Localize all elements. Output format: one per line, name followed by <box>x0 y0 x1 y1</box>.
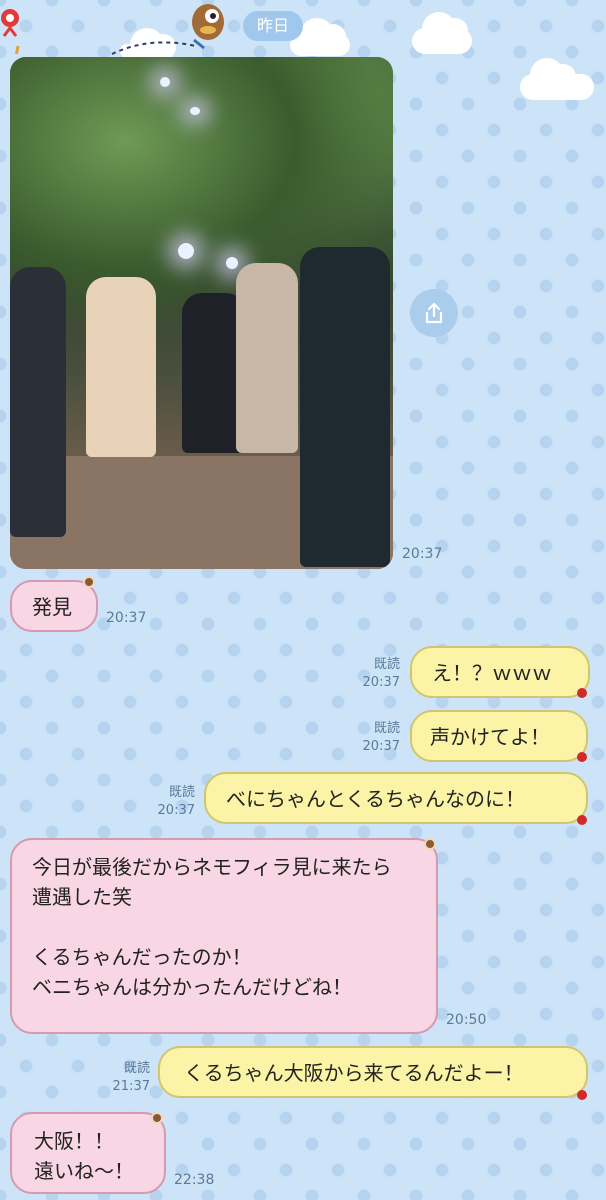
message-text: べにちゃんとくるちゃんなのに！ <box>226 787 525 811</box>
cherry-sticker-icon <box>577 752 587 762</box>
cloud-decoration <box>412 12 472 54</box>
date-separator: 昨日 <box>243 11 303 41</box>
read-label: 既読 <box>123 1061 150 1076</box>
message-timestamp: 22:38 <box>174 1172 215 1188</box>
photo-person <box>86 277 156 457</box>
cherry-sticker-icon <box>577 688 587 698</box>
message-text: 発見 <box>32 595 72 619</box>
cloud-decoration <box>520 58 594 100</box>
message-timestamp: 20:37 <box>362 739 400 754</box>
photo-timestamp: 20:37 <box>402 546 443 562</box>
message-text: え！？ｗｗｗ <box>432 661 552 685</box>
message-text: 大阪！！ 遠いね～！ <box>34 1129 134 1183</box>
read-receipt: 既読 21:37 <box>100 1060 150 1096</box>
read-label: 既読 <box>373 657 400 672</box>
donut-sticker-icon <box>83 576 95 588</box>
read-receipt: 既読 20:37 <box>350 656 400 692</box>
message-bubble-outgoing[interactable]: くるちゃん大阪から来てるんだよー！ <box>158 1046 588 1098</box>
photo-lamp <box>160 77 170 87</box>
message-bubble-outgoing[interactable]: え！？ｗｗｗ <box>410 646 590 698</box>
read-label: 既読 <box>168 785 195 800</box>
message-timestamp: 20:37 <box>362 675 400 690</box>
message-timestamp: 20:37 <box>106 610 147 626</box>
message-text: 今日が最後だからネモフィラ見に来たら 遭遇した笑 くるちゃんだったのか！ ベニち… <box>32 855 392 999</box>
photo-lamp <box>190 107 200 115</box>
message-timestamp: 20:37 <box>157 803 195 818</box>
message-bubble-incoming[interactable]: 今日が最後だからネモフィラ見に来たら 遭遇した笑 くるちゃんだったのか！ ベニち… <box>10 838 438 1034</box>
cherry-sticker-icon <box>577 815 587 825</box>
message-bubble-outgoing[interactable]: べにちゃんとくるちゃんなのに！ <box>204 772 588 824</box>
message-text: くるちゃん大阪から来てるんだよー！ <box>184 1061 524 1085</box>
message-bubble-incoming[interactable]: 発見 <box>10 580 98 632</box>
photo-person <box>236 263 298 453</box>
share-button[interactable] <box>410 289 458 337</box>
photo-person <box>300 247 390 567</box>
photo-person <box>10 267 66 537</box>
message-bubble-outgoing[interactable]: 声かけてよ！ <box>410 710 588 762</box>
read-receipt: 既読 20:37 <box>350 720 400 756</box>
message-timestamp: 20:50 <box>446 1012 487 1028</box>
message-bubble-incoming[interactable]: 大阪！！ 遠いね～！ <box>10 1112 166 1194</box>
cloud-decoration <box>290 18 350 56</box>
read-label: 既読 <box>373 721 400 736</box>
shared-photo[interactable] <box>10 57 393 569</box>
photo-lamp <box>178 243 194 259</box>
donut-sticker-icon <box>424 838 436 850</box>
cherry-sticker-icon <box>577 1090 587 1100</box>
photo-lamp <box>226 257 238 269</box>
mascot-icon <box>0 6 28 69</box>
message-timestamp: 21:37 <box>112 1079 150 1094</box>
donut-sticker-icon <box>151 1112 163 1124</box>
read-receipt: 既読 20:37 <box>145 784 195 820</box>
share-icon <box>425 302 443 324</box>
message-text: 声かけてよ！ <box>430 725 550 749</box>
